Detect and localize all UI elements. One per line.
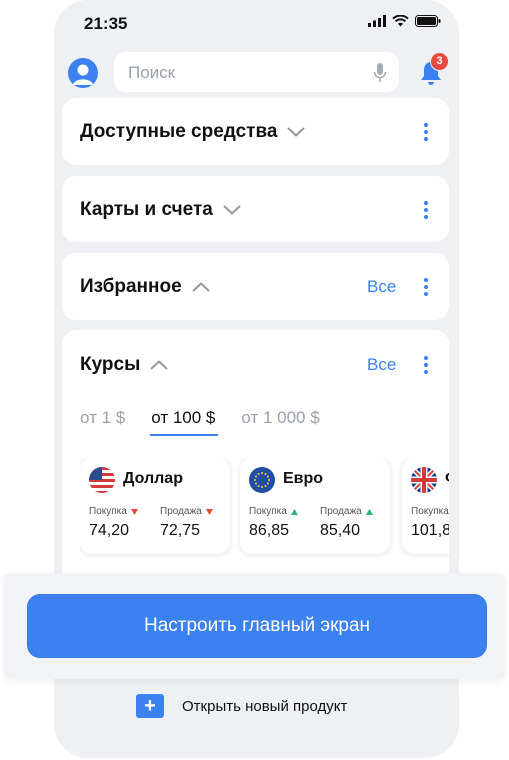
more-options-icon[interactable] xyxy=(423,201,429,219)
currency-card-usd[interactable]: Доллар Покупка 74,20 Продажа 72,75 xyxy=(80,458,230,554)
buy-label: Покупка xyxy=(89,506,138,517)
card-cards-accounts[interactable]: Карты и счета xyxy=(62,176,449,242)
currency-card-gbp[interactable]: Ф Покупка 101,85 xyxy=(402,458,449,554)
tab-from-1[interactable]: от 1 $ xyxy=(80,408,125,428)
search-placeholder: Поиск xyxy=(128,63,176,82)
buy-label: Покупка xyxy=(411,506,449,517)
buy-value: 74,20 xyxy=(89,522,130,539)
open-new-product-button[interactable]: + Открыть новый продукт xyxy=(136,694,347,718)
section-header-cards-accounts[interactable]: Карты и счета xyxy=(80,199,241,221)
chevron-up-icon xyxy=(150,360,168,370)
cellular-signal-icon xyxy=(368,15,386,27)
rates-all-link[interactable]: Все xyxy=(367,355,396,375)
open-new-product-label: Открыть новый продукт xyxy=(182,697,348,715)
card-available-funds[interactable]: Доступные средства xyxy=(62,98,449,165)
uk-flag-icon xyxy=(411,467,437,493)
eu-flag-icon xyxy=(249,467,275,493)
configure-home-button[interactable]: Настроить главный экран xyxy=(28,595,486,657)
chevron-down-icon xyxy=(223,205,241,215)
microphone-icon[interactable] xyxy=(373,62,387,84)
search-input[interactable]: Поиск xyxy=(114,52,399,92)
sell-value: 85,40 xyxy=(320,522,361,539)
currency-name: Доллар xyxy=(123,470,183,487)
wifi-icon xyxy=(392,15,409,27)
sell-label: Продажа xyxy=(160,506,213,517)
buy-value: 86,85 xyxy=(249,522,290,539)
trend-up-icon xyxy=(290,508,298,515)
sell-label: Продажа xyxy=(320,506,373,517)
status-time: 21:35 xyxy=(84,14,128,33)
chevron-down-icon xyxy=(287,127,305,137)
app-header: Поиск 3 xyxy=(54,48,459,96)
more-options-icon[interactable] xyxy=(423,278,429,296)
chevron-up-icon xyxy=(192,282,210,292)
section-title: Избранное xyxy=(80,276,182,297)
section-header-favorites[interactable]: Избранное xyxy=(80,276,210,298)
section-header-rates[interactable]: Курсы xyxy=(80,354,168,376)
currency-card-eur[interactable]: Евро Покупка 86,85 Продажа 85,40 xyxy=(240,458,390,554)
more-options-icon[interactable] xyxy=(423,123,429,141)
trend-down-icon xyxy=(205,508,213,515)
currency-name: Ф xyxy=(445,470,449,488)
section-title: Доступные средства xyxy=(80,121,278,142)
us-flag-icon xyxy=(89,467,115,493)
section-title: Карты и счета xyxy=(80,199,213,220)
tab-from-1000[interactable]: от 1 000 $ xyxy=(241,408,319,428)
section-header-available-funds[interactable]: Доступные средства xyxy=(80,121,305,143)
battery-icon xyxy=(415,15,441,27)
user-icon xyxy=(73,64,93,85)
card-rates: Курсы Все от 1 $ от 100 $ от 1 000 $ Дол… xyxy=(62,330,449,590)
buy-value: 101,85 xyxy=(411,522,449,539)
active-tab-indicator xyxy=(150,434,218,436)
more-options-icon[interactable] xyxy=(423,356,429,374)
card-favorites[interactable]: Избранное Все xyxy=(62,253,449,320)
currency-list: Доллар Покупка 74,20 Продажа 72,75 Евро … xyxy=(80,458,449,558)
notification-badge: 3 xyxy=(430,52,449,71)
avatar[interactable] xyxy=(68,58,98,88)
section-title: Курсы xyxy=(80,354,141,375)
status-icons xyxy=(368,15,441,27)
status-bar: 21:35 xyxy=(54,0,459,48)
buy-label: Покупка xyxy=(249,506,298,517)
plus-icon: + xyxy=(136,694,164,718)
tab-from-100[interactable]: от 100 $ xyxy=(151,408,215,428)
amount-tabs: от 1 $ от 100 $ от 1 000 $ xyxy=(80,408,320,428)
trend-down-icon xyxy=(130,508,138,515)
favorites-all-link[interactable]: Все xyxy=(367,277,396,297)
sell-value: 72,75 xyxy=(160,522,201,539)
trend-up-icon xyxy=(365,508,373,515)
currency-name: Евро xyxy=(283,470,324,487)
